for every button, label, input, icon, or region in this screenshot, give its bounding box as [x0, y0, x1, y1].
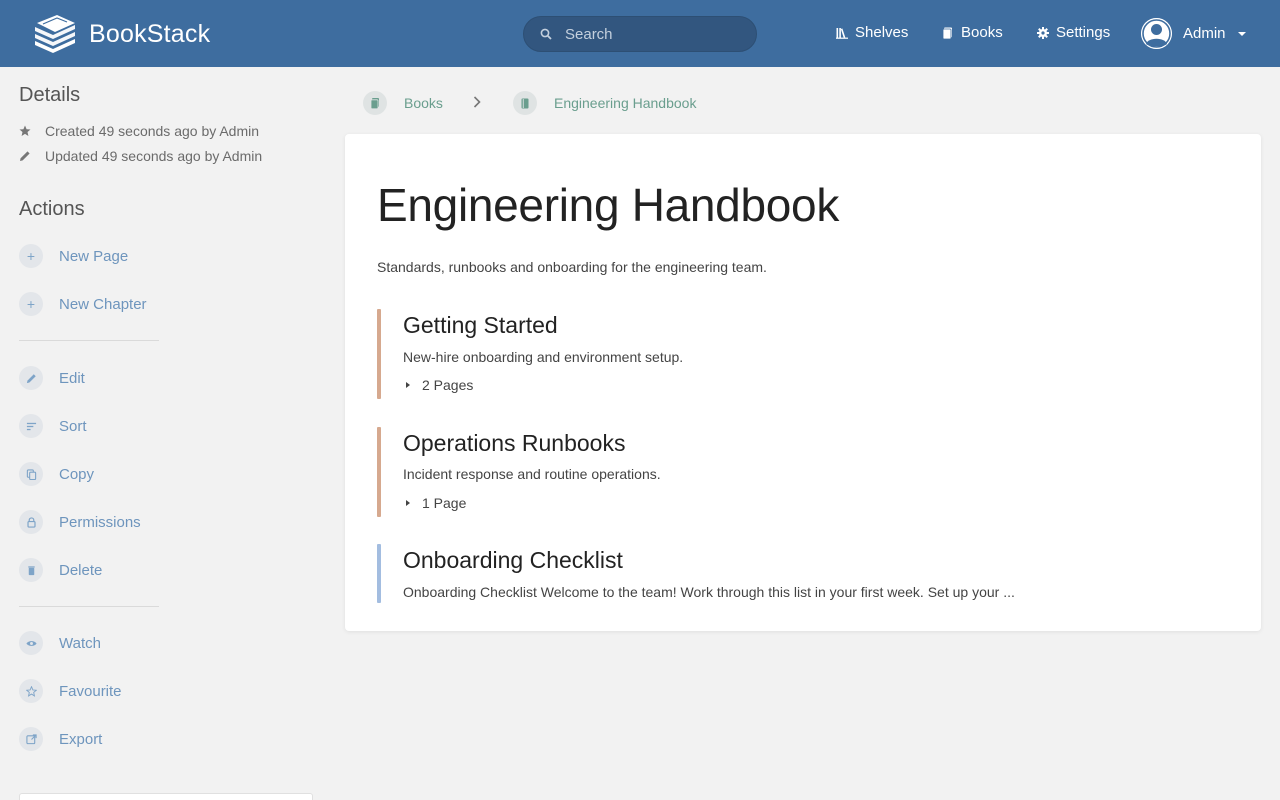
bookstack-logo-icon — [35, 15, 75, 53]
page-color-bar — [377, 544, 381, 603]
book-icon — [521, 98, 529, 108]
chapter-description: Incident response and routine operations… — [403, 466, 661, 482]
delete-button[interactable]: Delete — [19, 546, 314, 594]
chapter-pages-count: 2 Pages — [422, 377, 474, 393]
caret-right-icon — [406, 500, 410, 506]
left-sidebar: Details Created 49 seconds ago by Admin … — [19, 84, 314, 763]
nav-shelves-label: Shelves — [855, 24, 909, 41]
pencil-icon — [26, 373, 36, 383]
sidebar-bottom-panel — [19, 793, 313, 800]
copy-icon — [26, 468, 36, 480]
user-menu[interactable]: Admin — [1141, 18, 1246, 49]
chapter-pages-toggle[interactable]: 2 Pages — [403, 377, 473, 393]
app-logo[interactable]: BookStack — [33, 14, 210, 54]
chapter-pages-count: 1 Page — [422, 495, 467, 511]
chapter-description: New-hire onboarding and environment setu… — [403, 349, 684, 365]
shelves-icon — [836, 27, 848, 39]
search-icon — [540, 28, 552, 40]
page-item[interactable]: Onboarding Checklist Onboarding Checklis… — [377, 544, 1237, 603]
trash-icon — [27, 565, 35, 575]
export-button[interactable]: Export — [19, 715, 314, 763]
breadcrumb-book-label: Engineering Handbook — [554, 95, 697, 111]
favourite-button[interactable]: Favourite — [19, 667, 314, 715]
updated-text: Updated 49 seconds ago by Admin — [45, 147, 263, 164]
chapter-title: Getting Started — [403, 312, 558, 338]
export-label: Export — [59, 730, 103, 748]
sort-icon — [26, 422, 36, 430]
watch-label: Watch — [59, 634, 101, 652]
delete-label: Delete — [59, 561, 103, 579]
user-icon — [1141, 18, 1172, 49]
chapter-pages-toggle[interactable]: 1 Page — [403, 495, 466, 511]
chevron-down-icon — [1237, 31, 1246, 36]
plus-icon: + — [19, 244, 43, 268]
nav-settings-label: Settings — [1056, 24, 1111, 41]
chapter-color-bar — [377, 427, 381, 517]
new-chapter-button[interactable]: + New Chapter — [19, 280, 314, 328]
actions-heading: Actions — [19, 198, 85, 220]
copy-button[interactable]: Copy — [19, 450, 314, 498]
breadcrumb-books[interactable]: Books — [363, 91, 443, 115]
permissions-button[interactable]: Permissions — [19, 498, 314, 546]
breadcrumb-book[interactable]: Engineering Handbook — [513, 91, 696, 115]
chevron-right-icon — [473, 96, 481, 108]
caret-right-icon — [406, 382, 410, 388]
page-item-title: Onboarding Checklist — [403, 547, 623, 573]
new-page-label: New Page — [59, 247, 129, 265]
book-content-card: Engineering Handbook Standards, runbooks… — [345, 134, 1261, 631]
edit-button[interactable]: Edit — [19, 354, 314, 402]
details-heading: Details — [19, 84, 81, 106]
app-name: BookStack — [89, 19, 211, 48]
sort-label: Sort — [59, 417, 87, 435]
search-input[interactable] — [565, 25, 745, 43]
books-icon — [370, 97, 379, 109]
chapter-color-bar — [377, 309, 381, 399]
breadcrumb-books-label: Books — [404, 95, 443, 111]
export-icon — [25, 733, 37, 744]
copy-label: Copy — [59, 465, 95, 483]
lock-icon — [26, 516, 36, 528]
edit-label: Edit — [59, 369, 85, 387]
gear-icon — [1037, 26, 1049, 39]
sort-button[interactable]: Sort — [19, 402, 314, 450]
chapter-item[interactable]: Getting Started New-hire onboarding and … — [377, 309, 1237, 399]
star-icon — [25, 685, 37, 697]
permissions-label: Permissions — [59, 513, 141, 531]
favourite-label: Favourite — [59, 682, 122, 700]
chapter-item[interactable]: Operations Runbooks Incident response an… — [377, 427, 1237, 517]
watch-button[interactable]: Watch — [19, 619, 314, 667]
book-description: Standards, runbooks and onboarding for t… — [377, 259, 767, 275]
page-title: Engineering Handbook — [377, 179, 840, 231]
nav-shelves[interactable]: Shelves — [836, 24, 908, 41]
pencil-icon — [20, 150, 30, 161]
created-info: Created 49 seconds ago by Admin — [19, 118, 314, 143]
updated-info: Updated 49 seconds ago by Admin — [19, 143, 314, 168]
plus-icon: + — [19, 292, 43, 316]
nav-books-label: Books — [961, 24, 1003, 41]
page-item-excerpt: Onboarding Checklist Welcome to the team… — [403, 584, 1015, 600]
avatar — [1141, 18, 1172, 49]
books-icon — [942, 27, 952, 39]
nav-settings[interactable]: Settings — [1037, 24, 1110, 41]
created-text: Created 49 seconds ago by Admin — [45, 122, 260, 139]
new-page-button[interactable]: + New Page — [19, 232, 314, 280]
search-box[interactable] — [523, 16, 757, 52]
chapter-title: Operations Runbooks — [403, 430, 626, 456]
new-chapter-label: New Chapter — [59, 295, 147, 313]
nav-books[interactable]: Books — [942, 24, 1003, 41]
top-header: BookStack Shelves Books — [0, 0, 1280, 67]
star-icon — [19, 125, 31, 136]
eye-icon — [25, 640, 37, 646]
user-name: Admin — [1183, 25, 1226, 42]
